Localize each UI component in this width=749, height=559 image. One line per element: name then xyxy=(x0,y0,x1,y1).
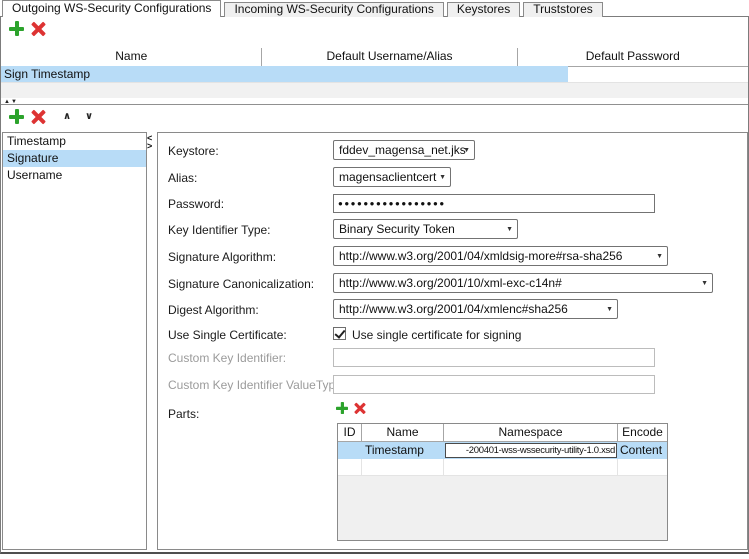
signature-algorithm-value: http://www.w3.org/2001/04/xmldsig-more#r… xyxy=(339,249,622,263)
app-window: Outgoing WS-Security Configurations Inco… xyxy=(0,0,749,559)
parts-column-encode[interactable]: Encode xyxy=(618,424,667,442)
remove-token-button[interactable] xyxy=(31,109,46,127)
part-encode-cell[interactable]: Content xyxy=(618,442,667,459)
x-icon xyxy=(31,109,46,124)
chevron-up-icon: ∧ xyxy=(63,111,71,122)
keystore-label: Keystore: xyxy=(168,144,219,158)
plus-icon xyxy=(9,109,24,124)
tab-outgoing[interactable]: Outgoing WS-Security Configurations xyxy=(2,0,221,17)
parts-column-namespace[interactable]: Namespace xyxy=(444,424,618,442)
empty-cell xyxy=(362,459,444,476)
parts-column-name[interactable]: Name xyxy=(362,424,444,442)
collapse-right-icon[interactable]: > xyxy=(147,142,157,150)
parts-table: ID Name Namespace Encode Timestamp -2004… xyxy=(337,423,668,541)
signature-canonicalization-value: http://www.w3.org/2001/10/xml-exc-c14n# xyxy=(339,276,562,290)
custom-key-identifier-field xyxy=(333,348,655,367)
x-icon xyxy=(31,21,46,36)
custom-key-identifier-label: Custom Key Identifier: xyxy=(168,351,286,365)
use-single-certificate-checkbox-label: Use single certificate for signing xyxy=(352,328,521,342)
chevron-down-icon: ▼ xyxy=(506,226,513,233)
empty-cell xyxy=(338,459,362,476)
x-icon xyxy=(354,402,366,414)
custom-key-identifier-valuetype-label: Custom Key Identifier ValueType: xyxy=(168,378,345,392)
outgoing-configurations-panel: Name Default Username/Alias Default Pass… xyxy=(0,16,749,554)
add-part-button[interactable] xyxy=(336,402,351,420)
remove-part-button[interactable] xyxy=(354,402,369,420)
alias-label: Alias: xyxy=(168,171,197,185)
config-name-cell[interactable]: Sign Timestamp xyxy=(1,66,288,82)
digest-algorithm-select[interactable]: http://www.w3.org/2001/04/xmlenc#sha256 … xyxy=(333,299,618,319)
config-table-row[interactable]: Sign Timestamp xyxy=(1,66,748,82)
vertical-splitter[interactable]: < > xyxy=(147,132,157,550)
key-identifier-type-label: Key Identifier Type: xyxy=(168,223,271,237)
config-table-header: Name Default Username/Alias Default Pass… xyxy=(1,48,748,67)
config-table-empty-area xyxy=(1,82,748,98)
key-identifier-type-select[interactable]: Binary Security Token ▼ xyxy=(333,219,518,239)
digest-algorithm-label: Digest Algorithm: xyxy=(168,303,259,317)
chevron-down-icon: ▼ xyxy=(439,174,446,181)
plus-icon xyxy=(9,21,24,36)
signature-canonicalization-label: Signature Canonicalization: xyxy=(168,277,314,291)
use-single-certificate-label: Use Single Certificate: xyxy=(168,328,287,342)
plus-icon xyxy=(336,402,348,414)
tab-truststores[interactable]: Truststores xyxy=(523,2,603,17)
signature-algorithm-label: Signature Algorithm: xyxy=(168,250,276,264)
namespace-value: -200401-wss-wssecurity-utility-1.0.xsd xyxy=(466,444,615,457)
alias-select[interactable]: magensaclientcert ▼ xyxy=(333,167,451,187)
alias-value: magensaclientcert xyxy=(339,170,436,184)
parts-table-row[interactable]: Timestamp -200401-wss-wssecurity-utility… xyxy=(338,442,667,459)
config-username-cell[interactable] xyxy=(288,66,568,82)
section-divider xyxy=(1,104,748,105)
tab-incoming[interactable]: Incoming WS-Security Configurations xyxy=(224,2,443,17)
part-name-cell[interactable]: Timestamp xyxy=(362,442,444,459)
signature-canonicalization-select[interactable]: http://www.w3.org/2001/10/xml-exc-c14n# … xyxy=(333,273,713,293)
empty-cell xyxy=(618,459,667,476)
key-identifier-type-value: Binary Security Token xyxy=(339,222,455,236)
signature-algorithm-select[interactable]: http://www.w3.org/2001/04/xmldsig-more#r… xyxy=(333,246,668,266)
part-namespace-cell[interactable]: -200401-wss-wssecurity-utility-1.0.xsd xyxy=(444,442,618,459)
parts-column-id[interactable]: ID xyxy=(338,424,362,442)
move-down-button[interactable]: ∨ xyxy=(85,112,93,122)
use-single-certificate-checkbox[interactable] xyxy=(333,327,346,340)
add-token-button[interactable] xyxy=(9,109,24,127)
empty-cell xyxy=(444,459,618,476)
namespace-cell-editor[interactable]: -200401-wss-wssecurity-utility-1.0.xsd xyxy=(445,443,617,458)
column-header-name[interactable]: Name xyxy=(1,48,262,66)
chevron-down-icon: ▼ xyxy=(656,253,663,260)
config-password-cell[interactable] xyxy=(568,66,748,82)
parts-table-header: ID Name Namespace Encode xyxy=(338,424,667,442)
part-id-cell[interactable] xyxy=(338,442,362,459)
remove-config-button[interactable] xyxy=(31,21,46,39)
password-field[interactable]: ●●●●●●●●●●●●●●●●● xyxy=(333,194,655,213)
column-header-default-username-alias[interactable]: Default Username/Alias xyxy=(262,48,517,66)
chevron-down-icon: ▼ xyxy=(606,306,613,313)
keystore-value: fddev_magensa_net.jks xyxy=(339,143,466,157)
list-item-signature[interactable]: Signature xyxy=(3,150,146,167)
password-label: Password: xyxy=(168,197,224,211)
custom-key-identifier-valuetype-field xyxy=(333,375,655,394)
parts-table-empty-row[interactable] xyxy=(338,459,667,476)
tab-keystores[interactable]: Keystores xyxy=(447,2,520,17)
digest-algorithm-value: http://www.w3.org/2001/04/xmlenc#sha256 xyxy=(339,302,568,316)
add-config-button[interactable] xyxy=(9,21,24,39)
chevron-down-icon: ▼ xyxy=(463,147,470,154)
chevron-down-icon: ▼ xyxy=(701,280,708,287)
list-item-username[interactable]: Username xyxy=(3,167,146,184)
column-header-default-password[interactable]: Default Password xyxy=(518,48,748,66)
token-list: Timestamp Signature Username xyxy=(2,132,147,550)
move-up-button[interactable]: ∧ xyxy=(63,112,71,122)
list-item-timestamp[interactable]: Timestamp xyxy=(3,133,146,150)
parts-label: Parts: xyxy=(168,407,199,421)
signature-detail-panel: Keystore: fddev_magensa_net.jks ▼ Alias:… xyxy=(157,132,748,550)
keystore-select[interactable]: fddev_magensa_net.jks ▼ xyxy=(333,140,475,160)
chevron-down-icon: ∨ xyxy=(85,111,93,122)
tab-bar: Outgoing WS-Security Configurations Inco… xyxy=(2,0,603,17)
